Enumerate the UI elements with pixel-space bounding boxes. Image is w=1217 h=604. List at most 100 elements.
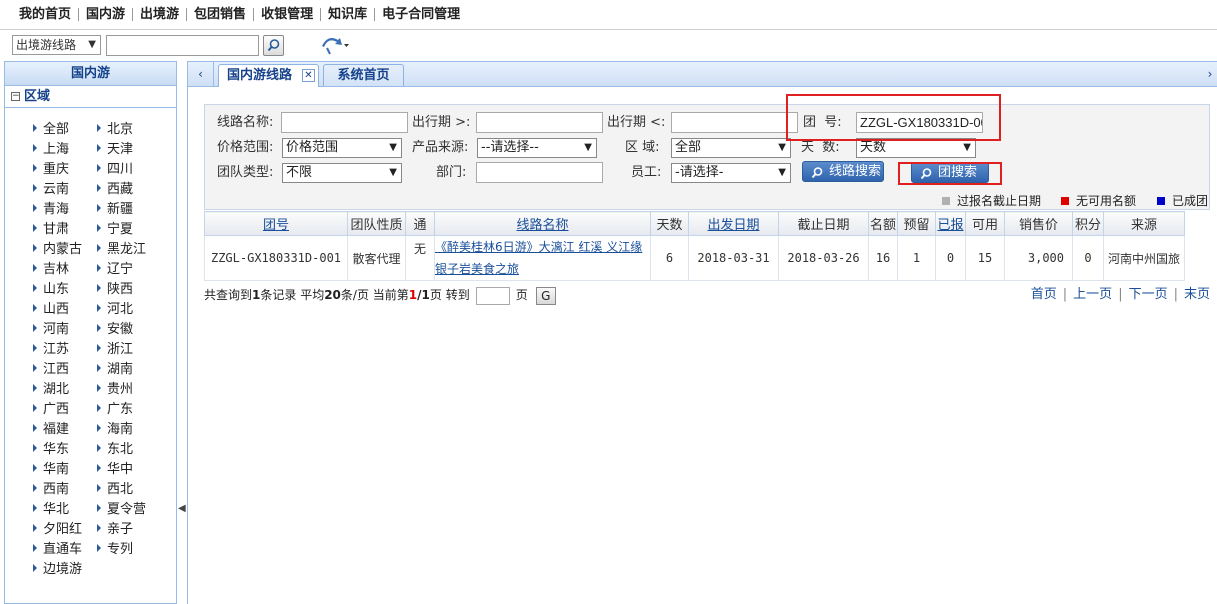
triangle-right-icon xyxy=(33,564,37,572)
sidebar-item-region[interactable]: 云南 xyxy=(33,180,97,200)
col-route-name[interactable]: 线路名称 xyxy=(434,211,651,236)
route-search-button[interactable]: 线路搜索 xyxy=(802,161,884,182)
legend-swatch xyxy=(942,197,950,205)
col-reported[interactable]: 已报 xyxy=(935,211,966,236)
sidebar-item-region[interactable]: 专列 xyxy=(97,540,161,560)
triangle-right-icon xyxy=(33,244,37,252)
sidebar-item-region[interactable]: 西北 xyxy=(97,480,161,500)
product-source-select[interactable]: --请选择-- ▼ xyxy=(477,138,597,158)
col-group-no[interactable]: 团号 xyxy=(204,211,348,236)
first-page-link[interactable]: 首页 xyxy=(1031,287,1057,302)
sidebar-item-region[interactable]: 夏令营 xyxy=(97,500,161,520)
sidebar-item-region[interactable]: 湖北 xyxy=(33,380,97,400)
sidebar-item-region[interactable]: 黑龙江 xyxy=(97,240,161,260)
sidebar-item-region[interactable]: 甘肃 xyxy=(33,220,97,240)
next-page-link[interactable]: 下一页 xyxy=(1129,287,1168,302)
sidebar-item-region[interactable]: 浙江 xyxy=(97,340,161,360)
sidebar-item-region[interactable]: 华南 xyxy=(33,460,97,480)
collapse-minus-icon[interactable]: − xyxy=(11,92,20,101)
sidebar-item-region[interactable]: 直通车 xyxy=(33,540,97,560)
nav-home[interactable]: 我的首页 xyxy=(12,7,78,22)
nav-package-sales[interactable]: 包团销售 xyxy=(187,7,253,22)
sidebar-item-label: 河南 xyxy=(43,322,70,337)
sidebar-item-region[interactable]: 海南 xyxy=(97,420,161,440)
sidebar-item-region[interactable]: 河南 xyxy=(33,320,97,340)
sidebar-item-region[interactable]: 内蒙古 xyxy=(33,240,97,260)
sidebar-item-region[interactable]: 东北 xyxy=(97,440,161,460)
department-input[interactable] xyxy=(476,162,603,183)
sidebar-item-region[interactable]: 山西 xyxy=(33,300,97,320)
sidebar-item-label: 山西 xyxy=(43,302,70,317)
sidebar-item-region[interactable]: 华东 xyxy=(33,440,97,460)
sidebar-item-region[interactable]: 吉林 xyxy=(33,260,97,280)
sidebar-item-region[interactable]: 山东 xyxy=(33,280,97,300)
sidebar-item-region[interactable]: 宁夏 xyxy=(97,220,161,240)
undo-button[interactable] xyxy=(318,34,352,56)
sidebar-item-region[interactable]: 四川 xyxy=(97,160,161,180)
price-range-select[interactable]: 价格范围 ▼ xyxy=(282,138,402,158)
sidebar-collapse-bar[interactable]: ◀ xyxy=(177,61,186,604)
sidebar-item-region[interactable]: 河北 xyxy=(97,300,161,320)
sidebar-item-region[interactable]: 辽宁 xyxy=(97,260,161,280)
sidebar-item-label: 西藏 xyxy=(107,182,134,197)
quick-search-input[interactable] xyxy=(106,35,259,56)
days-select[interactable]: 天数 ▼ xyxy=(856,138,976,158)
team-type-select[interactable]: 不限 ▼ xyxy=(282,163,402,183)
nav-e-contract[interactable]: 电子合同管理 xyxy=(375,7,467,22)
sidebar-item-region[interactable]: 夕阳红 xyxy=(33,520,97,540)
tab-system-home[interactable]: 系统首页 xyxy=(323,64,404,86)
staff-select[interactable]: -请选择- ▼ xyxy=(671,163,791,183)
tab-scroll-right-icon[interactable]: › xyxy=(1203,62,1217,86)
sidebar-item-region[interactable]: 北京 xyxy=(97,120,161,140)
chevron-left-icon[interactable]: ◀ xyxy=(178,503,186,514)
price-range-value: 价格范围 xyxy=(286,140,339,155)
sidebar-item-region[interactable]: 天津 xyxy=(97,140,161,160)
route-type-select[interactable]: 出境游线路 ▼ xyxy=(12,35,101,55)
nav-cashier[interactable]: 收银管理 xyxy=(254,7,320,22)
sidebar-item-region[interactable]: 广西 xyxy=(33,400,97,420)
tab-scroll-left-icon[interactable]: ‹ xyxy=(188,62,214,86)
sidebar-item-region[interactable]: 广东 xyxy=(97,400,161,420)
area-select[interactable]: 全部 ▼ xyxy=(671,138,791,158)
region-header[interactable]: − 区域 xyxy=(5,86,176,108)
route-name-input[interactable] xyxy=(281,112,408,133)
sidebar-item-region[interactable]: 安徽 xyxy=(97,320,161,340)
triangle-right-icon xyxy=(33,164,37,172)
last-page-link[interactable]: 末页 xyxy=(1184,287,1210,302)
sidebar-item-region[interactable]: 西南 xyxy=(33,480,97,500)
sidebar-item-label: 夕阳红 xyxy=(43,522,83,537)
nav-domestic[interactable]: 国内游 xyxy=(79,7,132,22)
sidebar-item-region[interactable]: 华中 xyxy=(97,460,161,480)
sidebar-item-region[interactable]: 全部 xyxy=(33,120,97,140)
prev-page-link[interactable]: 上一页 xyxy=(1073,287,1112,302)
nav-knowledge[interactable]: 知识库 xyxy=(321,7,374,22)
depart-before-input[interactable] xyxy=(671,112,798,133)
sidebar-item-region[interactable]: 江西 xyxy=(33,360,97,380)
nav-outbound[interactable]: 出境游 xyxy=(133,7,186,22)
sidebar-item-region[interactable]: 江苏 xyxy=(33,340,97,360)
sidebar-item-region[interactable]: 华北 xyxy=(33,500,97,520)
goto-button[interactable]: G xyxy=(535,286,556,305)
sidebar-item-region[interactable]: 湖南 xyxy=(97,360,161,380)
sidebar-item-region[interactable]: 青海 xyxy=(33,200,97,220)
quick-search-button[interactable] xyxy=(263,35,284,56)
tab-domestic-routes[interactable]: 国内游线路 ✕ xyxy=(218,64,319,87)
goto-page-input[interactable] xyxy=(475,286,510,305)
sidebar-item-region[interactable]: 西藏 xyxy=(97,180,161,200)
sidebar-item-region[interactable]: 新疆 xyxy=(97,200,161,220)
legend-swatch xyxy=(1061,197,1069,205)
sidebar-item-region[interactable]: 陕西 xyxy=(97,280,161,300)
sidebar-item-region[interactable]: 亲子 xyxy=(97,520,161,540)
pager-text: 页 xyxy=(515,288,528,302)
sidebar-item-region[interactable]: 福建 xyxy=(33,420,97,440)
sidebar-item-region[interactable]: 重庆 xyxy=(33,160,97,180)
col-depart-date[interactable]: 出发日期 xyxy=(688,211,779,236)
close-icon[interactable]: ✕ xyxy=(302,69,315,82)
pager-links: 首页 | 上一页 | 下一页 | 末页 xyxy=(1031,284,1210,306)
sidebar-item-region[interactable]: 贵州 xyxy=(97,380,161,400)
table-row[interactable]: ZZGL-GX180331D-001 散客代理 无 《醉美桂林6日游》大漓江 红… xyxy=(204,235,1185,281)
depart-after-input[interactable] xyxy=(476,112,603,133)
sidebar-item-region[interactable]: 边境游 xyxy=(33,560,97,580)
route-link[interactable]: 《醉美桂林6日游》大漓江 红溪 义江缘 银子岩美食之旅 xyxy=(434,235,651,281)
sidebar-item-region[interactable]: 上海 xyxy=(33,140,97,160)
